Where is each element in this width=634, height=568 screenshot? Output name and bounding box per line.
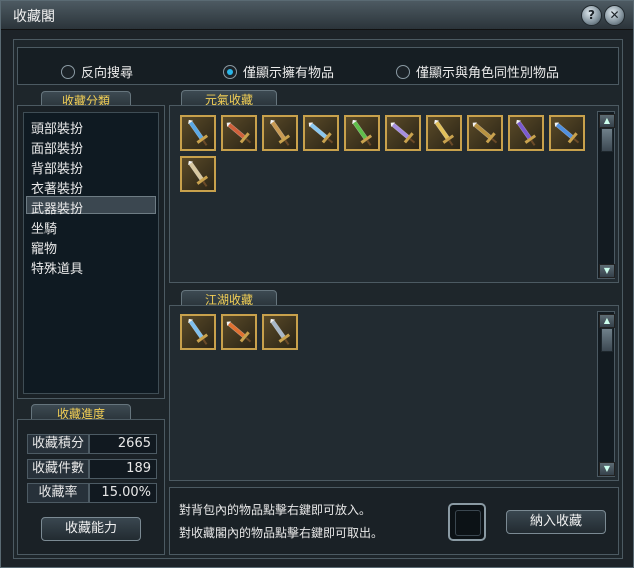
dark-gold-blade-weapon-icon[interactable]	[467, 115, 503, 151]
filter-label: 僅顯示擁有物品	[243, 66, 335, 81]
yuanqi-scroll-down-button[interactable]: ▼	[599, 264, 615, 278]
frost-sword-weapon-icon[interactable]	[180, 314, 216, 350]
category-item[interactable]: 面部裝扮	[31, 138, 83, 157]
category-item[interactable]: 寵物	[31, 238, 57, 257]
red-blade-weapon-icon[interactable]	[221, 115, 257, 151]
deposit-collection-button[interactable]: 納入收藏	[506, 510, 606, 534]
hint-line-withdraw: 對收藏閣內的物品點擊右鍵即可取出。	[179, 526, 384, 540]
stat-label-rate: 收藏率	[27, 483, 89, 503]
stat-value-count: 189	[89, 459, 157, 479]
violet-blade-weapon-icon[interactable]	[385, 115, 421, 151]
collection-ability-button[interactable]: 收藏能力	[41, 517, 141, 541]
category-item[interactable]: 坐騎	[31, 218, 57, 237]
collection-window: 收藏閣 ? ✕ 反向搜尋 僅顯示擁有物品 僅顯示與角色同性別物品 收藏分類 頭部…	[0, 0, 634, 568]
radio-owned-only[interactable]	[223, 65, 237, 79]
hint-line-deposit: 對背包內的物品點擊右鍵即可放入。	[179, 503, 372, 517]
filter-reverse-search[interactable]: 反向搜尋	[61, 62, 133, 81]
stat-value-rate: 15.00%	[89, 483, 157, 503]
stat-value-points: 2665	[89, 434, 157, 454]
blue-blade-weapon-icon[interactable]	[180, 115, 216, 151]
title-bar[interactable]: 收藏閣 ? ✕	[1, 1, 633, 30]
window-title: 收藏閣	[13, 9, 55, 25]
flame-blade-weapon-icon[interactable]	[221, 314, 257, 350]
radio-same-gender[interactable]	[396, 65, 410, 79]
jianghu-scroll-thumb[interactable]	[601, 328, 613, 352]
jianghu-scroll-up-button[interactable]: ▲	[599, 314, 615, 328]
bronze-blade-weapon-icon[interactable]	[262, 115, 298, 151]
golden-blade-weapon-icon[interactable]	[426, 115, 462, 151]
help-button[interactable]: ?	[581, 5, 602, 26]
category-item[interactable]: 特殊道具	[31, 258, 83, 277]
yuanqi-scrollbar[interactable]: ▲ ▼	[597, 111, 615, 279]
yuanqi-scroll-up-button[interactable]: ▲	[599, 114, 615, 128]
jianghu-scroll-down-button[interactable]: ▼	[599, 462, 615, 476]
filter-label: 反向搜尋	[81, 66, 134, 81]
deposit-slot-inner	[455, 510, 481, 536]
category-item[interactable]: 頭部裝扮	[31, 118, 83, 137]
azure-blade-weapon-icon[interactable]	[549, 115, 585, 151]
silver-gold-blade-weapon-icon[interactable]	[180, 156, 216, 192]
filter-same-gender[interactable]: 僅顯示與角色同性別物品	[396, 62, 559, 81]
radio-reverse-search[interactable]	[61, 65, 75, 79]
category-item[interactable]: 衣著裝扮	[31, 178, 83, 197]
jianghu-scrollbar[interactable]: ▲ ▼	[597, 311, 615, 477]
category-item[interactable]: 背部裝扮	[31, 158, 83, 177]
purple-blade-weapon-icon[interactable]	[508, 115, 544, 151]
deposit-item-slot[interactable]	[448, 503, 486, 541]
filter-label: 僅顯示與角色同性別物品	[416, 66, 560, 81]
yuanqi-scroll-thumb[interactable]	[601, 128, 613, 152]
stat-label-points: 收藏積分	[27, 434, 89, 454]
category-item[interactable]: 武器裝扮	[31, 198, 83, 217]
close-button[interactable]: ✕	[604, 5, 625, 26]
ice-blade-weapon-icon[interactable]	[303, 115, 339, 151]
stat-label-count: 收藏件數	[27, 459, 89, 479]
filter-owned-only[interactable]: 僅顯示擁有物品	[223, 62, 334, 81]
green-blade-weapon-icon[interactable]	[344, 115, 380, 151]
jade-sword-weapon-icon[interactable]	[262, 314, 298, 350]
